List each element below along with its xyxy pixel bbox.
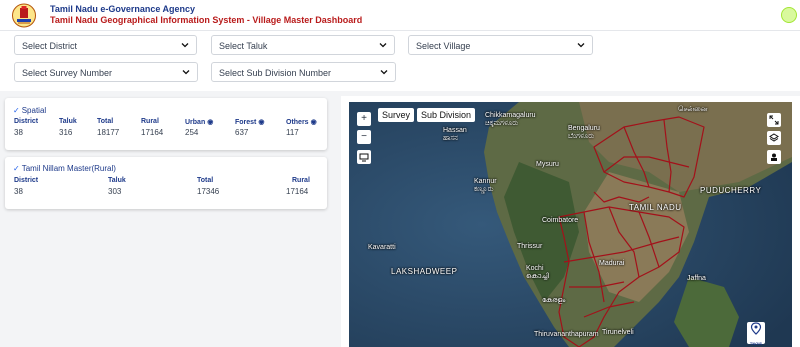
map-place-label: PUDUCHERRY [700,186,762,195]
stat-label: Total [97,118,114,125]
taluk-select[interactable]: Select Taluk [211,35,395,55]
stat-label: Rural [292,177,310,184]
layers-button[interactable] [767,131,781,145]
tngis-label: TNGIS [749,341,763,346]
monitor-icon [359,153,369,162]
map-place-label: Thiruvananthapuram [534,331,599,338]
map-place-label: Madurai [599,260,625,267]
village-select-value: Select Village [416,41,471,51]
map-panel: Chikkamagaluru ಚಿಕ್ಕಮಗಳೂರು Hassan ಹಾಸನ B… [341,96,800,347]
zoom-in-button[interactable]: + [357,112,371,126]
chevron-down-icon [182,70,190,75]
user-location-button[interactable] [767,150,781,164]
agency-name: Tamil Nadu e-Governance Agency [50,4,196,14]
check-circle-icon: ✓ [13,164,20,173]
map-place-label: ಚಿಕ್ಕಮಗಳೂರು [485,120,519,127]
map-place-label: Jaffna [687,275,706,282]
stat-value: 38 [14,128,23,137]
stat-label: Taluk [108,177,126,184]
map-place-label: കേരളം [542,297,566,304]
page-title: Tamil Nadu Geographical Information Syst… [50,15,363,25]
map-place-label: Bengaluru [568,125,600,132]
sub-division-select[interactable]: Select Sub Division Number [211,62,396,82]
chevron-down-icon [380,70,388,75]
others-stat-label[interactable]: Others ◉ [286,118,317,126]
map-place-label: Kannur [474,178,497,185]
tamil-nadu-emblem-icon [12,3,36,28]
district-select-value: Select District [22,41,78,51]
taluk-select-value: Select Taluk [219,41,268,51]
app-header: Tamil Nadu e-Governance Agency Tamil Nad… [0,0,800,31]
survey-number-select[interactable]: Select Survey Number [14,62,198,82]
stat-value: 117 [286,128,299,137]
expand-icon [769,115,779,125]
tngis-logo: TNGIS [747,322,765,346]
stat-value: 17346 [197,187,220,196]
urban-stat-label[interactable]: Urban ◉ [185,118,213,126]
stat-label: Total [197,177,214,184]
check-circle-icon: ✓ [13,106,20,115]
zoom-out-button[interactable]: − [357,130,371,144]
stat-value: 17164 [286,187,309,196]
eye-icon[interactable]: ◉ [207,118,213,126]
stat-label: Forest [235,119,257,126]
fullscreen-button[interactable] [767,113,781,127]
map-place-label: Hassan [443,127,467,134]
tab-sub-division[interactable]: Sub Division [417,108,476,122]
stat-value: 17164 [141,128,164,137]
map-place-label: Coimbatore [542,217,579,224]
map-place-label: ಬೆಂಗಳೂರು [568,133,595,140]
map-place-label: ಹಾಸನ [443,135,458,142]
map-place-label: Kavaratti [368,244,396,251]
map-place-label: ಕಣ್ಣೂರು [474,186,494,193]
map-place-label: Chikkamagaluru [485,112,536,119]
village-select[interactable]: Select Village [408,35,593,55]
stat-label: Taluk [59,118,77,125]
stat-value: 303 [108,187,122,196]
satellite-map[interactable]: Chikkamagaluru ಚಿಕ್ಕಮಗಳೂರು Hassan ಹಾಸನ B… [349,102,792,347]
spatial-card: ✓ Spatial District 38 Taluk 316 Total 181… [5,98,327,150]
tab-survey[interactable]: Survey [378,108,415,122]
forest-stat-label[interactable]: Forest ◉ [235,118,265,126]
stat-label: Others [286,119,309,126]
layers-icon [769,133,779,142]
map-place-label: LAKSHADWEEP [391,267,458,276]
chevron-down-icon [181,43,189,48]
map-place-label: TAMIL NADU [629,203,682,212]
eye-icon[interactable]: ◉ [311,118,317,126]
stat-value: 18177 [97,128,120,137]
survey-number-select-value: Select Survey Number [22,68,113,78]
map-place-label: சென்னை [678,106,708,113]
tamil-nillam-card-title: ✓ Tamil Nillam Master(Rural) [13,164,116,173]
filter-bar: Select District Select Taluk Select Vill… [0,31,800,91]
stat-label: Urban [185,119,206,126]
stat-label: District [14,118,39,125]
stat-label: Rural [141,118,159,125]
stat-value: 316 [59,128,73,137]
spatial-title-text: Spatial [21,106,47,115]
map-place-label: Thrissur [517,243,543,250]
location-pin-icon [750,322,762,335]
map-place-label: Tirunelveli [602,329,634,336]
screen-toggle-button[interactable] [357,150,371,164]
map-place-label: Kochi [526,265,544,272]
tamil-nillam-title-text: Tamil Nillam Master(Rural) [21,164,116,173]
map-place-label: കൊച്ചി [526,273,549,280]
sub-division-select-value: Select Sub Division Number [219,68,332,78]
map-place-label: Mysuru [536,161,559,168]
stat-label: District [14,177,39,184]
spatial-card-title: ✓ Spatial [13,106,46,115]
stat-value: 38 [14,187,23,196]
user-icon [771,153,777,161]
app-logo-icon[interactable] [781,7,797,23]
stat-value: 254 [185,128,199,137]
eye-icon[interactable]: ◉ [258,118,264,126]
chevron-down-icon [577,43,585,48]
chevron-down-icon [379,43,387,48]
tamil-nillam-card: ✓ Tamil Nillam Master(Rural) District 38 … [5,157,327,209]
district-select[interactable]: Select District [14,35,197,55]
stat-value: 637 [235,128,249,137]
